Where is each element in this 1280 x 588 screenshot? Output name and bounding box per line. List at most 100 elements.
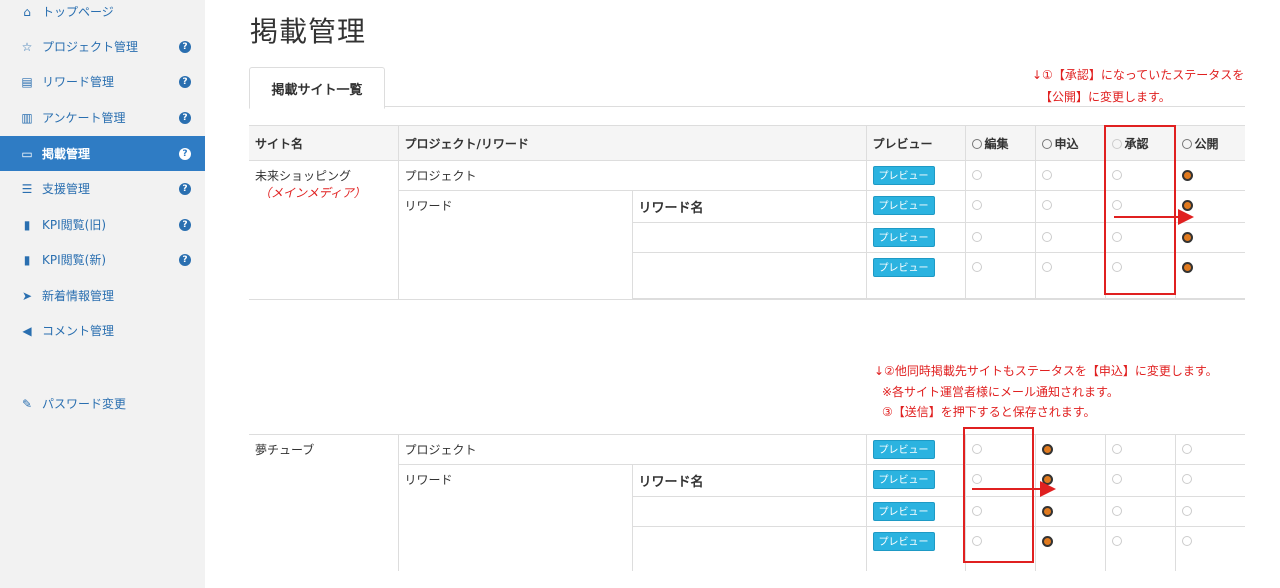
sidebar-item-kpi-new[interactable]: ▮ KPI閲覧(新)? — [0, 242, 205, 277]
help-icon[interactable]: ? — [179, 253, 191, 266]
radio-approve[interactable] — [1111, 506, 1122, 516]
radio-edit[interactable] — [971, 262, 982, 272]
radio-edit[interactable] — [971, 170, 982, 180]
project-label: プロジェクト — [404, 443, 477, 457]
radio-apply[interactable] — [1041, 536, 1053, 547]
annotation-note-2-line-1: ↓②他同時掲載先サイトもステータスを【申込】に変更します。 — [874, 364, 1218, 378]
radio-apply[interactable] — [1041, 506, 1053, 517]
radio-apply[interactable] — [1041, 232, 1052, 242]
megaphone-icon: ◀ — [22, 323, 32, 338]
radio-publish[interactable] — [1181, 170, 1193, 181]
sidebar-item-news[interactable]: ➤ 新着情報管理 — [0, 278, 205, 313]
reward-name-cell: リワード名 — [631, 190, 867, 223]
help-icon[interactable]: ? — [179, 182, 191, 195]
annotation-note-1-line-2: 【公開】に変更します。 — [1040, 90, 1171, 104]
send-icon: ➤ — [21, 288, 33, 303]
radio-edit[interactable] — [971, 200, 982, 210]
annotation-note-2-line-2: ※各サイト運営者様にメール通知されます。 — [882, 385, 1119, 399]
sidebar-item-support[interactable]: ☰ 支援管理? — [0, 171, 205, 206]
reward-name-cell: リワード名 — [631, 464, 867, 497]
header-preview: プレビュー — [865, 125, 966, 161]
sidebar-item-label: パスワード変更 — [42, 397, 127, 411]
sidebar-item-comment[interactable]: ◀ コメント管理 — [0, 313, 205, 348]
sidebar-item-label: リワード管理 — [42, 75, 115, 89]
bar-chart-icon: ▮ — [23, 217, 31, 232]
preview-button[interactable]: プレビュー — [872, 228, 935, 247]
sidebar-item-label: 支援管理 — [42, 182, 91, 196]
site-cell: 未来ショッピング （メインメディア） — [249, 160, 398, 300]
sidebar-item-top[interactable]: ⌂ トップページ — [0, 0, 205, 29]
annotation-note-1-line-1: ↓①【承認】になっていたステータスを — [1032, 68, 1245, 82]
preview-button[interactable]: プレビュー — [872, 532, 935, 551]
help-icon[interactable]: ? — [179, 147, 191, 160]
sidebar-item-kpi-old[interactable]: ▮ KPI閲覧(旧)? — [0, 207, 205, 242]
radio-edit[interactable] — [971, 232, 982, 242]
help-icon[interactable]: ? — [179, 75, 191, 88]
header-edit: 編集 — [964, 125, 1036, 161]
bar-chart-icon: ▮ — [23, 252, 31, 267]
radio-apply[interactable] — [1041, 474, 1053, 485]
sidebar-item-label: アンケート管理 — [42, 111, 126, 125]
sidebar-item-reward[interactable]: ▤ リワード管理? — [0, 64, 205, 99]
sidebar-item-label: トップページ — [42, 5, 114, 19]
reward-cell: リワード — [397, 464, 632, 571]
tab-divider — [249, 106, 1245, 107]
preview-button[interactable]: プレビュー — [872, 502, 935, 521]
help-icon[interactable]: ? — [179, 111, 191, 124]
project-cell: プロジェクト — [397, 434, 867, 465]
publication-table: サイト名 プロジェクト/リワード プレビュー 編集 申込 承認 公開 未来ショッ… — [249, 125, 1246, 571]
reward-label: リワード — [404, 199, 453, 213]
preview-button[interactable]: プレビュー — [872, 166, 935, 185]
preview-button[interactable]: プレビュー — [872, 470, 935, 489]
sidebar-item-publication[interactable]: ▭ 掲載管理? — [0, 136, 205, 171]
help-icon[interactable]: ? — [179, 218, 191, 231]
preview-cell: プレビュー — [865, 160, 966, 191]
header-site: サイト名 — [249, 125, 398, 161]
radio-publish[interactable] — [1181, 262, 1193, 273]
radio-approve[interactable] — [1111, 474, 1122, 484]
sidebar-item-project[interactable]: ☆ プロジェクト管理? — [0, 29, 205, 64]
radio-approve[interactable] — [1111, 536, 1122, 546]
preview-button[interactable]: プレビュー — [872, 440, 935, 459]
sidebar: ⌂ トップページ ☆ プロジェクト管理? ▤ リワード管理? ▥ アンケート管理? ▭ 掲… — [0, 0, 205, 588]
annotation-box-approve — [1104, 125, 1176, 295]
header-publish: 公開 — [1174, 125, 1246, 161]
radio-publish[interactable] — [1181, 506, 1192, 516]
help-icon[interactable]: ? — [179, 40, 191, 53]
project-label: プロジェクト — [404, 169, 477, 183]
radio-publish[interactable] — [1181, 474, 1192, 484]
radio-apply[interactable] — [1041, 444, 1053, 455]
site-name: 夢チューブ — [255, 443, 315, 457]
radio-header-icon — [971, 138, 982, 149]
project-cell: プロジェクト — [397, 160, 867, 191]
radio-publish[interactable] — [1181, 444, 1192, 454]
gift-icon: ▤ — [21, 74, 33, 89]
sidebar-item-label: 新着情報管理 — [42, 289, 115, 303]
site-name: 未来ショッピング — [255, 169, 352, 183]
header-apply: 申込 — [1034, 125, 1106, 161]
site-sub-label: （メインメディア） — [259, 186, 366, 200]
sidebar-item-survey[interactable]: ▥ アンケート管理? — [0, 100, 205, 135]
header-edit-label: 編集 — [984, 136, 1009, 151]
radio-publish[interactable] — [1181, 200, 1193, 211]
radio-apply[interactable] — [1041, 170, 1052, 180]
radio-apply[interactable] — [1041, 262, 1052, 272]
radio-apply[interactable] — [1041, 200, 1052, 210]
sidebar-item-label: コメント管理 — [42, 324, 115, 338]
preview-button[interactable]: プレビュー — [872, 258, 935, 277]
radio-approve[interactable] — [1111, 444, 1122, 454]
page-title: 掲載管理 — [250, 15, 367, 48]
site-cell: 夢チューブ — [249, 434, 398, 571]
header-apply-label: 申込 — [1054, 136, 1079, 151]
radio-publish[interactable] — [1181, 232, 1193, 243]
sidebar-item-label: プロジェクト管理 — [42, 40, 139, 54]
reward-label: リワード — [404, 473, 453, 487]
sidebar-item-password[interactable]: ✎ パスワード変更 — [0, 386, 205, 421]
table-row: リワード リワード名 プレビュー — [249, 190, 1246, 300]
reward-cell: リワード — [397, 190, 632, 300]
home-icon: ⌂ — [23, 4, 31, 19]
preview-button[interactable]: プレビュー — [872, 196, 935, 215]
tab-site-list[interactable]: 掲載サイト一覧 — [249, 67, 385, 109]
radio-publish[interactable] — [1181, 536, 1192, 546]
sidebar-item-label: 掲載管理 — [42, 147, 91, 161]
